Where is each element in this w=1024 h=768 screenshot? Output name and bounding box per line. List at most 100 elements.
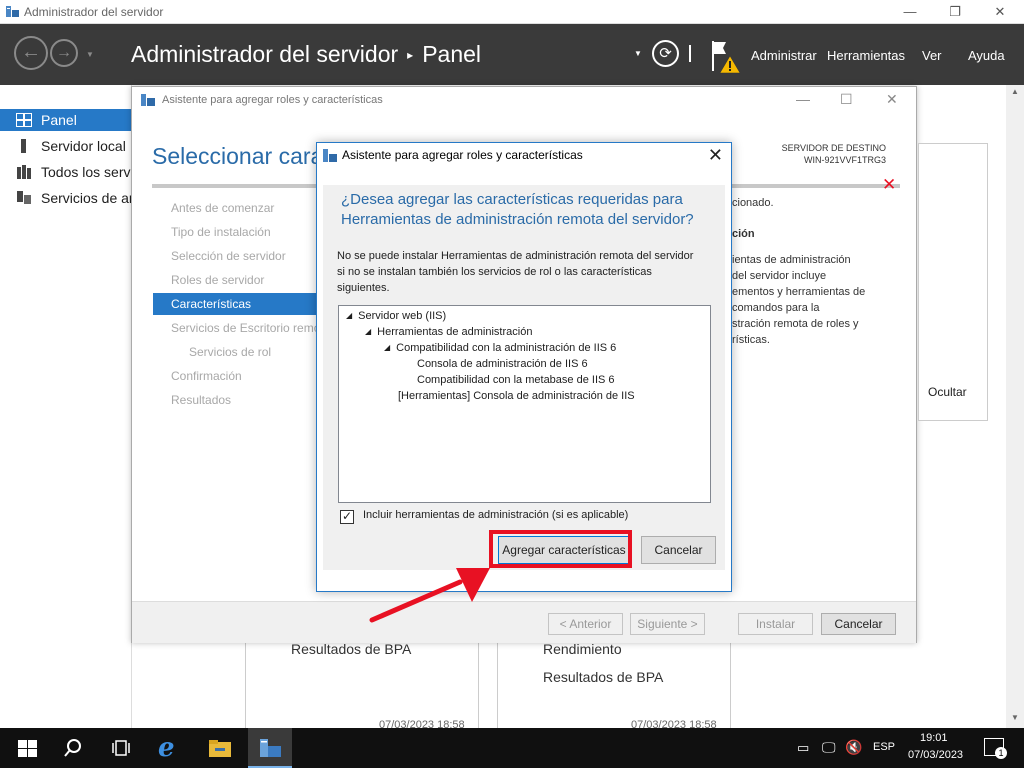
wizard-title: Asistente para agregar roles y caracterí…	[162, 94, 383, 106]
wizard-maximize-button[interactable]: ☐	[840, 91, 853, 108]
expanded-arrow-icon[interactable]: ◢	[365, 327, 371, 336]
dashboard-icon	[16, 113, 32, 127]
step-tipo-instalacion[interactable]: Tipo de instalación	[153, 221, 317, 243]
back-button[interactable]: ←	[14, 36, 48, 70]
menu-ver[interactable]: Ver	[922, 48, 942, 63]
minimize-button[interactable]: —	[898, 2, 922, 22]
server-icon	[21, 139, 26, 153]
tree-node[interactable]: ◢ Servidor web (IIS)	[346, 310, 446, 322]
breadcrumb-page: Panel	[422, 41, 482, 67]
header-divider	[689, 45, 691, 62]
storage-icon	[17, 191, 31, 204]
close-button[interactable]: ✕	[988, 2, 1012, 22]
servers-icon	[17, 165, 31, 179]
dialog-app-icon	[323, 149, 337, 162]
include-tools-label[interactable]: Incluir herramientas de administración (…	[363, 509, 628, 521]
notifications-flag-icon[interactable]	[710, 39, 742, 75]
tree-node[interactable]: Consola de administración de IIS 6	[417, 358, 588, 370]
destination-label: SERVIDOR DE DESTINO	[781, 143, 886, 153]
hide-link[interactable]: Ocultar	[928, 385, 967, 399]
search-icon[interactable]	[60, 736, 86, 760]
step-caracteristicas[interactable]: Características	[153, 293, 317, 315]
dialog-question: ¿Desea agregar las características reque…	[341, 191, 694, 228]
server-manager-icon	[260, 739, 281, 757]
breadcrumb: Administrador del servidor ▸ Panel	[131, 41, 481, 68]
window-title: Administrador del servidor	[24, 5, 164, 19]
scroll-down-icon[interactable]: ▼	[1011, 713, 1019, 722]
volume-muted-icon[interactable]: 🔇	[845, 739, 862, 756]
sidebar-item-panel[interactable]: Panel	[0, 109, 132, 131]
breadcrumb-root[interactable]: Administrador del servidor	[131, 41, 398, 67]
tree-node[interactable]: Compatibilidad con la metabase de IIS 6	[417, 374, 615, 386]
required-features-tree[interactable]: ◢ Servidor web (IIS) ◢ Herramientas de adm…	[338, 305, 711, 503]
sidebar: Panel Servidor local Todos los servidore…	[0, 85, 132, 728]
vertical-scrollbar[interactable]: ▲ ▼	[1006, 85, 1024, 728]
tree-node[interactable]: ◢ Herramientas de administración	[365, 326, 532, 338]
menu-administrar[interactable]: Administrar	[751, 48, 817, 63]
network-adapter-icon[interactable]: ▭	[797, 740, 809, 756]
window-titlebar: Administrador del servidor — ❐ ✕	[0, 0, 1024, 24]
taskbar: e ▭ 🖵 🔇 ESP 19:01 07/03/2023 1	[0, 728, 1024, 768]
bpa-results-link-2[interactable]: Resultados de BPA	[543, 669, 663, 685]
wizard-cancel-button[interactable]: Cancelar	[821, 613, 896, 635]
restore-button[interactable]: ❐	[943, 2, 967, 22]
server-manager-app-icon	[6, 6, 19, 17]
sidebar-item-servicios-archivos[interactable]: Servicios de archivos y de almacenamient…	[0, 187, 132, 209]
start-windows-icon[interactable]	[15, 736, 41, 760]
step-confirmacion[interactable]: Confirmación	[153, 365, 317, 387]
description-line: del servidor incluye	[732, 270, 827, 282]
language-indicator[interactable]: ESP	[873, 741, 895, 753]
include-tools-checkbox[interactable]: ✓	[340, 510, 354, 524]
forward-button[interactable]: →	[50, 39, 78, 67]
step-escritorio-remoto[interactable]: Servicios de Escritorio remoto	[153, 317, 317, 339]
step-resultados[interactable]: Resultados	[153, 389, 317, 411]
highlight-annotation	[489, 530, 632, 568]
next-button[interactable]: Siguiente >	[630, 613, 705, 635]
tree-node[interactable]: ◢ Compatibilidad con la administración de…	[384, 342, 616, 354]
server-manager-taskbar-button[interactable]	[248, 728, 292, 768]
step-seleccion-servidor[interactable]: Selección de servidor	[153, 245, 317, 267]
dialog-titlebar: Asistente para agregar roles y caracterí…	[317, 143, 731, 170]
dialog-title: Asistente para agregar roles y caracterí…	[342, 148, 583, 162]
dialog-cancel-button[interactable]: Cancelar	[641, 536, 716, 564]
annotation-arrow-icon	[369, 568, 490, 623]
history-dropdown-icon[interactable]: ▼	[86, 50, 94, 59]
notification-count-badge: 1	[995, 747, 1007, 759]
tree-node[interactable]: [Herramientas] Consola de administración…	[398, 390, 635, 402]
wizard-minimize-button[interactable]: —	[796, 91, 810, 107]
sidebar-item-todos-servidores[interactable]: Todos los servidores	[0, 161, 132, 183]
sidebar-item-label: Todos los servidores	[41, 164, 132, 180]
previous-button[interactable]: < Anterior	[548, 613, 623, 635]
hide-panel: Ocultar	[918, 143, 988, 421]
breadcrumb-dropdown-icon[interactable]: ▼	[634, 49, 642, 58]
description-title: ción	[732, 228, 755, 240]
sidebar-item-label: Servicios de archivos y de almacenamient…	[41, 190, 132, 206]
sidebar-item-servidor-local[interactable]: Servidor local	[0, 135, 132, 157]
dialog-close-icon[interactable]: ✕	[708, 145, 723, 166]
menu-ayuda[interactable]: Ayuda	[968, 48, 1005, 63]
clock-time[interactable]: 19:01	[920, 732, 948, 744]
notification-center-icon[interactable]: 1	[984, 738, 1007, 759]
step-servicios-rol[interactable]: Servicios de rol	[153, 341, 317, 363]
bpa-results-link-1[interactable]: Resultados de BPA	[291, 641, 411, 657]
step-roles-servidor[interactable]: Roles de servidor	[153, 269, 317, 291]
expanded-arrow-icon[interactable]: ◢	[346, 311, 352, 320]
performance-link[interactable]: Rendimiento	[543, 641, 622, 657]
network-icon[interactable]: 🖵	[822, 739, 836, 756]
clock-date[interactable]: 07/03/2023	[908, 749, 963, 761]
task-view-icon[interactable]	[108, 736, 134, 760]
app-header: ← → ▼ Administrador del servidor ▸ Panel ▼…	[0, 24, 1024, 85]
install-button[interactable]: Instalar	[738, 613, 813, 635]
internet-explorer-icon[interactable]: e	[158, 733, 184, 763]
step-antes-de-comenzar[interactable]: Antes de comenzar	[153, 197, 317, 219]
destination-server-name: WIN-921VVF1TRG3	[803, 155, 886, 165]
error-x-icon[interactable]: ✕	[882, 175, 896, 195]
selected-text: cionado.	[732, 197, 774, 209]
menu-herramientas[interactable]: Herramientas	[827, 48, 905, 63]
sidebar-item-label: Servidor local	[41, 138, 126, 154]
refresh-icon[interactable]: ⟳	[652, 40, 679, 67]
wizard-close-button[interactable]: ✕	[886, 91, 898, 108]
expanded-arrow-icon[interactable]: ◢	[384, 343, 390, 352]
file-explorer-icon[interactable]	[207, 736, 233, 760]
scroll-up-icon[interactable]: ▲	[1011, 87, 1019, 96]
